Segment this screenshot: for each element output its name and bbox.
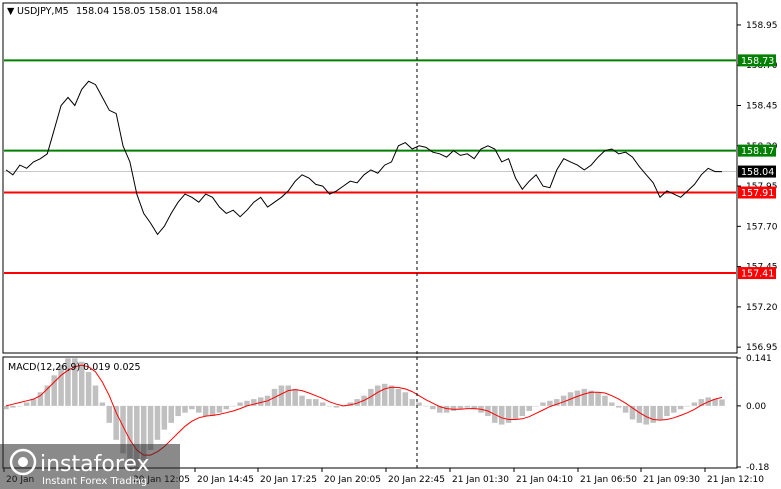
- price-panel-frame: [2, 2, 738, 354]
- level-badge-label: 157.41: [741, 269, 774, 280]
- macd-histogram-bar: [30, 399, 37, 406]
- macd-histogram-bar: [657, 405, 663, 420]
- x-tick-label: 21 Jan 09:30: [643, 475, 700, 485]
- macd-histogram-bar: [209, 405, 216, 417]
- macd-histogram-bar: [99, 402, 106, 406]
- macd-histogram-bar: [512, 405, 519, 420]
- macd-histogram-bar: [333, 405, 340, 408]
- macd-histogram-bar: [533, 405, 539, 407]
- x-tick-label: 20 Jan 17:25: [260, 475, 317, 485]
- macd-histogram-bar: [182, 405, 188, 413]
- macd-histogram-bar: [430, 405, 436, 410]
- level-badge-label: 157.91: [741, 188, 774, 199]
- macd-histogram-bar: [609, 402, 615, 406]
- macd-histogram-bar: [691, 402, 698, 406]
- macd-histogram-bar: [299, 395, 305, 406]
- macd-histogram-bar: [161, 405, 168, 430]
- macd-histogram-bar: [388, 385, 395, 406]
- macd-histogram-bar: [381, 383, 388, 406]
- macd-histogram-bar: [278, 385, 285, 406]
- level-badge-label: 158.73: [741, 56, 774, 67]
- macd-histogram-bar: [409, 399, 415, 406]
- macd-histogram-bar: [106, 405, 113, 423]
- x-tick-label: 20 Jan 22:45: [388, 475, 445, 485]
- x-tick-label: 21 Jan 12:10: [707, 475, 764, 485]
- macd-histogram-bar: [154, 405, 161, 440]
- macd-histogram-bar: [602, 395, 608, 406]
- macd-histogram-bar: [375, 385, 381, 406]
- x-tick-label: 21 Jan 04:10: [516, 475, 573, 485]
- macd-histogram-bar: [595, 392, 601, 406]
- symbol-dropdown-icon[interactable]: ▼: [7, 6, 15, 17]
- macd-title: MACD(12,26,9) 0.019 0.025: [8, 362, 141, 373]
- macd-histogram-bar: [326, 405, 333, 407]
- price-tick-label: 156.95: [746, 343, 778, 353]
- macd-histogram-bar: [622, 405, 629, 413]
- macd-histogram-bar: [547, 400, 553, 406]
- macd-histogram-bar: [3, 405, 9, 410]
- macd-histogram-bar: [223, 405, 230, 410]
- macd-histogram-bar: [519, 405, 526, 417]
- macd-histogram-bar: [719, 399, 725, 406]
- price-tick-label: 158.95: [746, 21, 778, 31]
- price-tick-label: 157.20: [746, 303, 778, 313]
- macd-histogram-bar: [423, 405, 429, 407]
- symbol-title: USDJPY,M5: [17, 6, 69, 17]
- macd-histogram-bar: [498, 405, 505, 425]
- current-price-label: 158.04: [741, 167, 774, 178]
- macd-histogram-bar: [395, 388, 402, 406]
- ohlc-readout: 158.04 158.05 158.01 158.04: [76, 6, 218, 17]
- macd-histogram-bar: [505, 405, 512, 423]
- macd-histogram-bar: [306, 399, 312, 406]
- macd-histogram-bar: [23, 402, 30, 406]
- x-tick-label: 21 Jan 06:50: [580, 475, 637, 485]
- macd-histogram-bar: [85, 371, 92, 406]
- macd-histogram-bar: [319, 402, 326, 406]
- price-tick-label: 158.45: [746, 102, 778, 112]
- macd-histogram-bar: [147, 405, 154, 451]
- macd-axis-ticks: 0.141 0.00 -0.18: [737, 354, 772, 473]
- macd-histogram-bar: [684, 405, 691, 407]
- macd-tick-label: 0.00: [746, 402, 766, 412]
- macd-histogram-bar: [168, 405, 174, 423]
- macd-histogram-bar: [313, 399, 319, 406]
- watermark-tagline: Instant Forex Trading: [42, 476, 147, 487]
- chart-canvas: 158.95158.70158.45158.20157.95157.70157.…: [0, 2, 778, 489]
- macd-histogram-bar: [292, 388, 298, 406]
- macd-histogram-bar: [17, 405, 23, 407]
- price-tick-label: 157.70: [746, 222, 778, 232]
- macd-histogram-bar: [237, 402, 243, 406]
- x-tick-label: 21 Jan 01:30: [452, 475, 509, 485]
- macd-histogram-bar: [10, 405, 16, 408]
- macd-histogram-bar: [189, 405, 195, 410]
- macd-histogram-bar: [574, 390, 581, 406]
- macd-histogram-bar: [671, 405, 677, 413]
- macd-histogram-bar: [92, 385, 99, 406]
- macd-tick-label: -0.18: [746, 463, 770, 473]
- x-tick-label: 20 Jan 14:45: [197, 475, 254, 485]
- macd-tick-label: 0.141: [746, 354, 772, 364]
- macd-histogram-bar: [677, 405, 684, 410]
- macd-histogram-bar: [196, 405, 202, 413]
- macd-histogram-bar: [285, 385, 292, 406]
- macd-histogram-bar: [202, 405, 209, 417]
- x-tick-label: 20 Jan 20:05: [324, 475, 381, 485]
- macd-histogram-bar: [581, 388, 588, 406]
- macd-histogram-bar: [526, 405, 532, 411]
- macd-histogram-bar: [402, 392, 409, 406]
- macd-histogram-bar: [230, 405, 236, 407]
- macd-histogram-bar: [113, 405, 119, 440]
- macd-histogram-bar: [650, 405, 656, 423]
- macd-histogram-bar: [664, 405, 670, 417]
- macd-histogram-bar: [450, 405, 457, 411]
- macd-histogram-bar: [540, 402, 546, 406]
- macd-histogram-bar: [615, 405, 622, 408]
- macd-histogram-bar: [216, 405, 223, 413]
- level-badge-label: 158.17: [741, 146, 774, 157]
- watermark-brand: instaforex: [40, 452, 150, 477]
- macd-histogram-bar: [175, 405, 181, 417]
- instaforex-watermark: instaforex Instant Forex Trading: [0, 444, 180, 489]
- macd-histogram-bar: [464, 405, 471, 408]
